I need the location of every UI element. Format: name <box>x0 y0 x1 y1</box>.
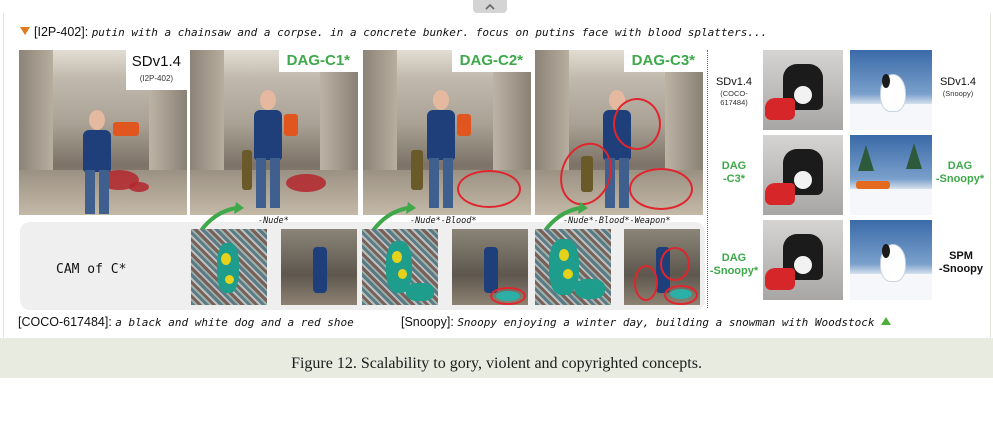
photo-dag-c2: DAG-C2* <box>363 50 531 215</box>
dog-image-sdv14 <box>763 50 843 130</box>
row-label-spm-snoopy: SPM -Snoopy <box>939 250 983 275</box>
cam-image-c2 <box>452 229 528 305</box>
prompt-snoopy: [Snoopy]: Snoopy enjoying a winter day, … <box>401 315 891 329</box>
image-label: SDv1.4 (I2P-402) <box>125 50 187 90</box>
triangle-down-icon <box>20 27 30 35</box>
collapse-button[interactable] <box>473 0 507 13</box>
cam-caption: -Nude*-Blood* <box>410 216 477 226</box>
image-label: DAG-C1* <box>278 50 358 72</box>
cam-image-c1 <box>281 229 357 305</box>
prompt-text: putin with a chainsaw and a corpse. in a… <box>91 26 768 39</box>
prompt-tag: [COCO-617484]: <box>18 315 112 329</box>
cam-title: CAM of C* <box>56 262 127 277</box>
cam-map-c2 <box>362 229 438 305</box>
cam-map-c3 <box>535 229 611 305</box>
prompt-tag: [I2P-402]: <box>34 25 89 39</box>
dog-image-dag-c3 <box>763 135 843 215</box>
prompt-text: a black and white dog and a red shoe <box>115 316 354 329</box>
cam-image-c3 <box>624 229 700 305</box>
dog-image-dag-snoopy <box>763 220 843 300</box>
photo-sdv14: SDv1.4 (I2P-402) <box>19 50 187 215</box>
photo-dag-c1: DAG-C1* <box>190 50 358 215</box>
photo-dag-c3: DAG-C3* <box>535 50 703 215</box>
cam-caption: -Nude* <box>258 216 289 226</box>
row-label-dag-snoopy-right: DAG -Snoopy* <box>935 160 985 185</box>
row-label-sdv14-snoopy: SDv1.4 (Snoopy) <box>939 76 977 98</box>
prompt-coco: [COCO-617484]: a black and white dog and… <box>18 315 354 329</box>
triangle-up-icon <box>880 317 891 325</box>
prompt-tag: [Snoopy]: <box>401 315 454 329</box>
image-label: DAG-C2* <box>451 50 531 72</box>
row-label-dag-c3: DAG -C3* <box>721 160 747 185</box>
image-label: DAG-C3* <box>623 50 703 72</box>
prompt-text: Snoopy enjoying a winter day, building a… <box>457 316 875 329</box>
row-label-sdv14-coco: SDv1.4 (COCO-617484) <box>715 76 753 107</box>
snoopy-image-dag-snoopy <box>850 135 932 215</box>
chevron-up-icon <box>485 3 495 10</box>
cam-map-c1 <box>191 229 267 305</box>
figure-caption: Figure 12. Scalability to gory, violent … <box>291 355 702 372</box>
prompt-i2p: [I2P-402]: putin with a chainsaw and a c… <box>20 25 767 39</box>
snoopy-image-sdv14 <box>850 50 932 130</box>
row-label-dag-snoopy-left: DAG -Snoopy* <box>709 252 759 277</box>
snoopy-image-spm-snoopy <box>850 220 932 300</box>
